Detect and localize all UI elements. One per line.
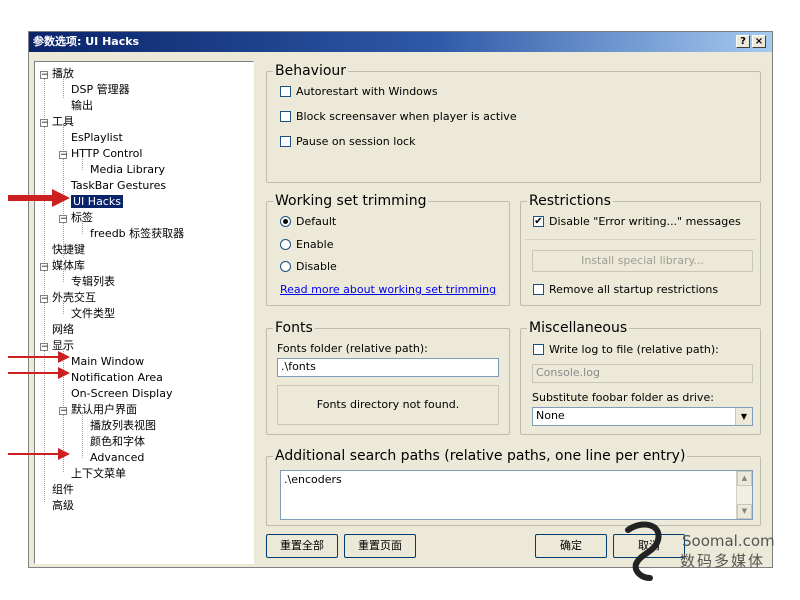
- ok-button[interactable]: 确定: [535, 534, 607, 558]
- collapse-icon[interactable]: −: [59, 215, 68, 224]
- tree-item-advanced[interactable]: 高级: [52, 499, 74, 513]
- tree-item-http-control[interactable]: HTTP Control: [71, 147, 142, 161]
- tree-item-playlist-view[interactable]: 播放列表视图: [90, 419, 156, 433]
- restrictions-divider: [525, 239, 756, 240]
- tree-item-notification-area[interactable]: Notification Area: [71, 371, 163, 385]
- tree-item-shell-integration[interactable]: 外壳交互: [52, 291, 96, 305]
- close-button[interactable]: ×: [752, 35, 766, 48]
- title-bar[interactable]: 参数选项: UI Hacks ? ×: [29, 32, 772, 52]
- block-screensaver-label: Block screensaver when player is active: [296, 110, 517, 123]
- tree-item-playback[interactable]: 播放: [52, 67, 74, 81]
- working-set-group: Working set trimming Default Enable Disa…: [266, 192, 510, 306]
- disable-error-checkbox[interactable]: ✔: [533, 216, 544, 227]
- working-set-default-label: Default: [296, 215, 337, 228]
- tree-item-freedb-tagger[interactable]: freedb 标签获取器: [90, 227, 184, 241]
- miscellaneous-group: Miscellaneous Write log to file (relativ…: [520, 319, 761, 435]
- window-title: 参数选项: UI Hacks: [33, 35, 140, 48]
- tree-item-tools[interactable]: 工具: [52, 115, 74, 129]
- restrictions-title: Restrictions: [527, 192, 613, 210]
- annotation-arrow-icon: [8, 367, 70, 379]
- tree-item-colors-fonts[interactable]: 颜色和字体: [90, 435, 145, 449]
- annotation-arrow-icon: [8, 448, 70, 460]
- preferences-tree[interactable]: − 播放 DSP 管理器 输出 − 工具 EsPlaylist − HTTP C…: [34, 61, 254, 564]
- working-set-enable-radio[interactable]: [280, 239, 291, 250]
- tree-connector: [44, 72, 45, 502]
- fonts-status-box: Fonts directory not found.: [277, 385, 499, 425]
- write-log-checkbox[interactable]: [533, 344, 544, 355]
- drive-select[interactable]: None ▼: [532, 407, 753, 426]
- block-screensaver-checkbox[interactable]: [280, 111, 291, 122]
- tree-item-advanced-ui[interactable]: Advanced: [90, 451, 144, 465]
- watermark-domain: Soomal.com: [682, 532, 775, 550]
- autorestart-checkbox[interactable]: [280, 86, 291, 97]
- chevron-down-icon[interactable]: ▼: [735, 408, 752, 425]
- preferences-dialog: 参数选项: UI Hacks ? × − 播放 DSP 管理器 输出 − 工具 …: [28, 31, 773, 568]
- tree-item-dsp-manager[interactable]: DSP 管理器: [71, 83, 130, 97]
- reset-all-button[interactable]: 重置全部: [266, 534, 338, 558]
- collapse-icon[interactable]: −: [40, 295, 49, 304]
- working-set-disable-radio[interactable]: [280, 261, 291, 272]
- remove-startup-label: Remove all startup restrictions: [549, 283, 719, 296]
- tree-item-media-library[interactable]: Media Library: [90, 163, 165, 177]
- collapse-icon[interactable]: −: [40, 119, 49, 128]
- working-set-enable-label: Enable: [296, 238, 334, 251]
- write-log-label: Write log to file (relative path):: [549, 343, 719, 356]
- fonts-group: Fonts Fonts folder (relative path): .\fo…: [266, 319, 510, 435]
- install-special-library-button[interactable]: Install special library...: [532, 250, 753, 272]
- tree-item-components[interactable]: 组件: [52, 483, 74, 497]
- tree-item-networking[interactable]: 网络: [52, 323, 74, 337]
- tree-item-file-types[interactable]: 文件类型: [71, 307, 115, 321]
- disable-error-label: Disable "Error writing..." messages: [549, 215, 741, 228]
- tree-item-media-library-cn[interactable]: 媒体库: [52, 259, 85, 273]
- drive-select-value: None: [536, 409, 565, 422]
- working-set-disable-label: Disable: [296, 260, 337, 273]
- working-set-title: Working set trimming: [273, 192, 429, 210]
- autorestart-label: Autorestart with Windows: [296, 85, 438, 98]
- annotation-arrow-icon: [8, 189, 70, 207]
- fonts-title: Fonts: [273, 319, 315, 337]
- working-set-default-radio[interactable]: [280, 216, 291, 227]
- collapse-icon[interactable]: −: [40, 71, 49, 80]
- behaviour-group: Behaviour Autorestart with Windows Block…: [266, 62, 761, 183]
- collapse-icon[interactable]: −: [59, 151, 68, 160]
- tree-item-keyboard-shortcuts[interactable]: 快捷键: [52, 243, 85, 257]
- log-file-input[interactable]: Console.log: [532, 364, 753, 383]
- scroll-up-icon[interactable]: ▲: [737, 471, 752, 486]
- remove-startup-checkbox[interactable]: [533, 284, 544, 295]
- search-paths-value: .\encoders: [284, 473, 342, 486]
- collapse-icon[interactable]: −: [59, 407, 68, 416]
- restrictions-group: Restrictions ✔ Disable "Error writing...…: [520, 192, 761, 306]
- tree-item-main-window[interactable]: Main Window: [71, 355, 144, 369]
- tree-item-on-screen-display[interactable]: On-Screen Display: [71, 387, 172, 401]
- tree-item-ui-hacks-label: UI Hacks: [71, 195, 123, 208]
- tree-item-context-menu[interactable]: 上下文菜单: [71, 467, 126, 481]
- miscellaneous-title: Miscellaneous: [527, 319, 630, 337]
- tree-item-album-list[interactable]: 专辑列表: [71, 275, 115, 289]
- scroll-down-icon[interactable]: ▼: [737, 504, 752, 519]
- pause-on-lock-checkbox[interactable]: [280, 136, 291, 147]
- tree-item-ui-hacks[interactable]: UI Hacks: [71, 195, 123, 209]
- help-button[interactable]: ?: [736, 35, 750, 48]
- tree-item-output[interactable]: 输出: [71, 99, 93, 113]
- fonts-folder-label: Fonts folder (relative path):: [277, 342, 428, 355]
- search-paths-group: Additional search paths (relative paths,…: [266, 447, 761, 526]
- search-paths-textarea[interactable]: .\encoders ▲ ▼: [280, 470, 753, 520]
- soomal-logo-icon: [625, 521, 662, 581]
- tree-item-taskbar-gestures[interactable]: TaskBar Gestures: [71, 179, 166, 193]
- collapse-icon[interactable]: −: [40, 263, 49, 272]
- watermark-tagline: 数码多媒体: [680, 552, 766, 570]
- substitute-drive-label: Substitute foobar folder as drive:: [532, 391, 714, 404]
- tree-connector: [82, 412, 83, 458]
- working-set-help-link[interactable]: Read more about working set trimming: [280, 283, 496, 296]
- search-paths-scrollbar[interactable]: ▲ ▼: [736, 471, 752, 519]
- search-paths-title: Additional search paths (relative paths,…: [273, 447, 688, 465]
- annotation-arrow-icon: [8, 351, 70, 363]
- behaviour-title: Behaviour: [273, 62, 349, 80]
- tree-item-tags[interactable]: 标签: [71, 211, 93, 225]
- fonts-folder-input[interactable]: .\fonts: [277, 358, 499, 377]
- reset-page-button[interactable]: 重置页面: [344, 534, 416, 558]
- pause-on-lock-label: Pause on session lock: [296, 135, 416, 148]
- tree-item-esplaylist[interactable]: EsPlaylist: [71, 131, 123, 145]
- tree-item-default-ui[interactable]: 默认用户界面: [71, 403, 137, 417]
